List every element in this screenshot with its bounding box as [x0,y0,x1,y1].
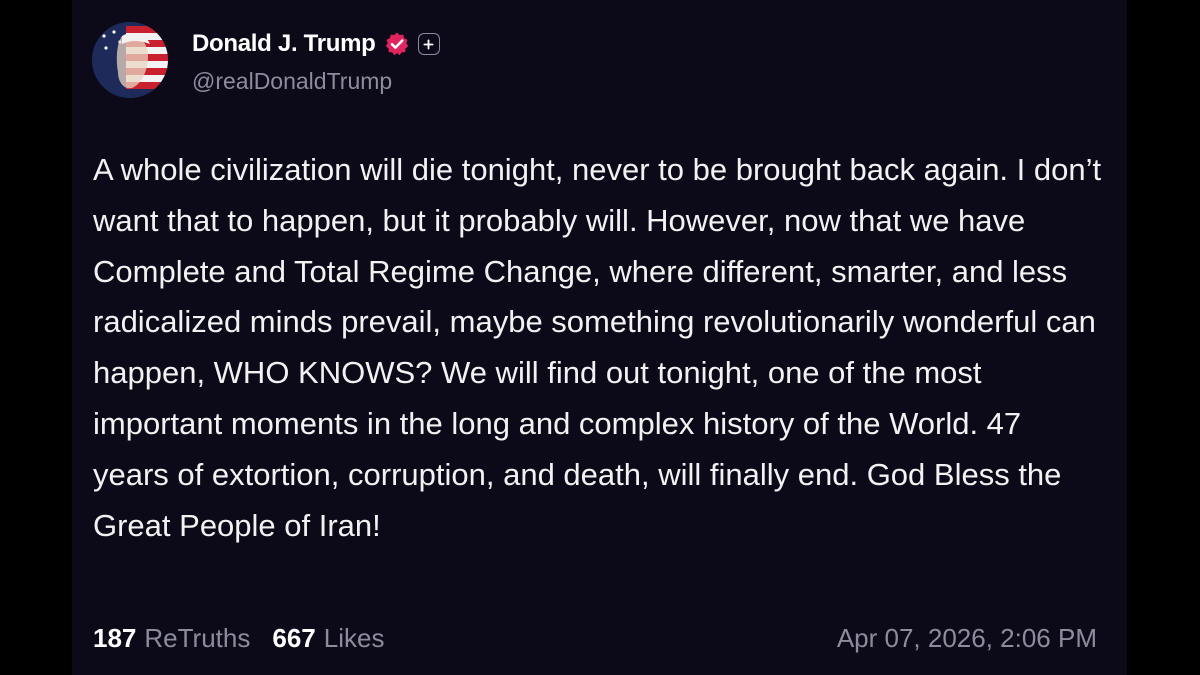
retruths-label: ReTruths [144,622,251,653]
post-footer: 187 ReTruths 667 Likes Apr 07, 2026, 2:0… [93,618,1097,658]
author-display-name[interactable]: Donald J. Trump [192,30,376,58]
avatar-flag-portrait-icon [92,22,168,98]
avatar[interactable] [92,22,168,98]
author-row: Donald J. Trump [192,28,440,60]
likes-label: Likes [323,622,385,653]
verified-badge-icon [385,32,408,56]
post-card: Donald J. Trump @realDonaldTrump A whole… [72,0,1127,675]
retruths-stat[interactable]: 187 ReTruths [93,623,250,654]
post-timestamp[interactable]: Apr 07, 2026, 2:06 PM [837,623,1097,654]
post-text: A whole civilization will die tonight, n… [93,152,1102,543]
likes-count: 667 [272,622,316,653]
retruths-count: 187 [93,622,137,653]
plus-badge-icon [417,33,440,55]
likes-stat[interactable]: 667 Likes [272,623,384,654]
author-handle[interactable]: @realDonaldTrump [192,68,392,95]
